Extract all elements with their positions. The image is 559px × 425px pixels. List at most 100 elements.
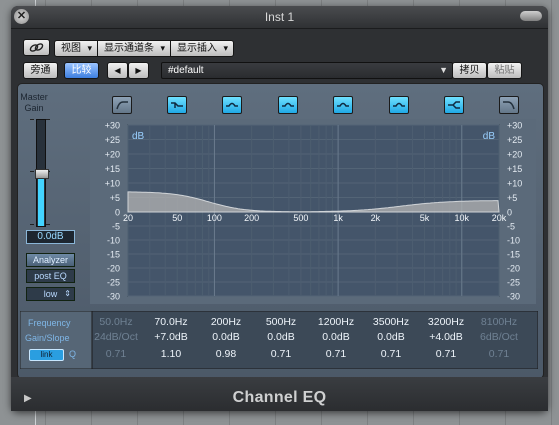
window-title: Inst 1 <box>264 10 295 24</box>
q-link-button[interactable]: link <box>29 349 64 361</box>
db-tick-label-right: -30 <box>507 292 520 302</box>
parametric-icon <box>393 102 405 107</box>
band-6-toggle-button[interactable] <box>389 96 409 114</box>
band-6-freq-value[interactable]: 3500Hz <box>365 315 417 329</box>
chevron-down-icon: ▼ <box>439 65 448 75</box>
band-7-toggle-button[interactable] <box>444 96 464 114</box>
low-cut-icon <box>116 101 128 110</box>
show-channel-strip-menu[interactable]: 显示通道条 <box>98 40 171 57</box>
band-2-freq-value[interactable]: 70.0Hz <box>145 315 197 329</box>
band-6-gain-value[interactable]: 0.0dB <box>365 330 417 344</box>
db-tick-label-left: -25 <box>107 278 120 288</box>
analyzer-resolution-menu[interactable]: low ⇕ <box>26 287 75 301</box>
band-4-toggle-button[interactable] <box>278 96 298 114</box>
next-preset-button[interactable]: ▶ <box>128 62 149 79</box>
band-2-gain-value[interactable]: +7.0dB <box>145 330 197 344</box>
view-menu-group: 视图 显示通道条 显示插入 <box>54 40 234 57</box>
band-2-toggle-button[interactable] <box>167 96 187 114</box>
paste-button[interactable]: 粘贴 <box>487 62 522 79</box>
freq-tick-label: 200 <box>244 213 259 223</box>
db-tick-label-right: +15 <box>507 164 522 174</box>
band-2-q-value[interactable]: 1.10 <box>145 347 197 361</box>
band-3-toggle-button[interactable] <box>222 96 242 114</box>
compare-button[interactable]: 比较 <box>64 62 99 79</box>
low-shelf-icon <box>171 102 183 108</box>
db-unit-label-left: dB <box>132 131 145 142</box>
title-bar[interactable]: ✕ Inst 1 <box>11 6 548 29</box>
master-gain-handle[interactable] <box>35 169 49 179</box>
band-5-toggle-button[interactable] <box>333 96 353 114</box>
band-4-freq-value[interactable]: 500Hz <box>255 315 307 329</box>
link-icon <box>29 43 44 52</box>
band-7-q-value[interactable]: 0.71 <box>420 347 472 361</box>
db-tick-label-right: -20 <box>507 264 520 274</box>
band-3-freq-value[interactable]: 200Hz <box>200 315 252 329</box>
band-1-toggle-button[interactable] <box>112 96 132 114</box>
db-tick-label-left: +20 <box>105 150 120 160</box>
db-tick-label-right: +30 <box>507 121 522 131</box>
gain-slope-label: Gain/Slope <box>25 333 70 343</box>
frequency-label: Frequency <box>28 318 71 328</box>
parametric-icon <box>226 102 238 107</box>
analyzer-mode-button[interactable]: post EQ <box>26 269 75 283</box>
db-tick-label-left: -15 <box>107 250 120 260</box>
bypass-button[interactable]: 旁通 <box>23 62 58 79</box>
db-tick-label-left: +30 <box>105 121 120 131</box>
db-tick-label-left: +25 <box>105 135 120 145</box>
freq-tick-label: 20k <box>492 213 507 223</box>
band-1-freq-value[interactable]: 50.0Hz <box>90 315 142 329</box>
band-5-gain-value[interactable]: 0.0dB <box>310 330 362 344</box>
view-menu[interactable]: 视图 <box>54 40 98 57</box>
db-tick-label-right: +5 <box>507 193 517 203</box>
freq-tick-label: 20 <box>123 213 133 223</box>
db-tick-label-right: 0 <box>507 208 512 218</box>
preset-name: #default <box>168 65 204 76</box>
master-gain-value[interactable]: 0.0dB <box>26 230 75 244</box>
band-8-toggle-button[interactable] <box>499 96 519 114</box>
band-7-gain-value[interactable]: +4.0dB <box>420 330 472 344</box>
band-8-q-value[interactable]: 0.71 <box>473 347 525 361</box>
band-5-q-value[interactable]: 0.71 <box>310 347 362 361</box>
copy-button[interactable]: 拷贝 <box>452 62 487 79</box>
freq-tick-label: 5k <box>420 213 430 223</box>
freq-tick-label: 500 <box>293 213 308 223</box>
db-tick-label-right: -25 <box>507 278 520 288</box>
link-button[interactable] <box>23 39 50 56</box>
preset-menu[interactable]: #default ▼ <box>161 62 453 79</box>
high-cut-icon <box>503 101 515 110</box>
db-tick-label-right: +25 <box>507 135 522 145</box>
band-7-freq-value[interactable]: 3200Hz <box>420 315 472 329</box>
master-gain-label: Master Gain <box>20 92 48 113</box>
prev-preset-button[interactable]: ◀ <box>107 62 128 79</box>
band-8-freq-value[interactable]: 8100Hz <box>473 315 525 329</box>
master-gain-fader[interactable] <box>35 119 49 227</box>
parametric-icon <box>337 102 349 107</box>
freq-tick-label: 100 <box>207 213 222 223</box>
db-tick-label-right: +20 <box>507 150 522 160</box>
freq-tick-label: 1k <box>333 213 343 223</box>
band-1-gain-value[interactable]: 24dB/Oct <box>90 330 142 344</box>
band-1-q-value[interactable]: 0.71 <box>90 347 142 361</box>
db-tick-label-right: -5 <box>507 222 515 232</box>
footer-bar: ▶ Channel EQ <box>11 377 548 411</box>
high-shelf-icon <box>448 101 460 109</box>
toolbar-toggle-button[interactable] <box>520 11 542 21</box>
db-unit-label-right: dB <box>483 131 496 142</box>
band-6-q-value[interactable]: 0.71 <box>365 347 417 361</box>
parametric-icon <box>282 102 294 107</box>
db-tick-label-right: +10 <box>507 179 522 189</box>
eq-graph[interactable]: +30 +30 +25 +25 +20 +20 +15 +15 +10 +10 +5 +5 0 0 -5 -5… <box>90 119 536 304</box>
plugin-name: Channel EQ <box>232 389 327 406</box>
freq-tick-label: 50 <box>172 213 182 223</box>
analyzer-button[interactable]: Analyzer <box>26 253 75 267</box>
freq-tick-label: 10k <box>455 213 470 223</box>
db-tick-label-left: -20 <box>107 264 120 274</box>
band-8-gain-value[interactable]: 6dB/Oct <box>473 330 525 344</box>
band-5-freq-value[interactable]: 1200Hz <box>310 315 362 329</box>
band-4-gain-value[interactable]: 0.0dB <box>255 330 307 344</box>
db-tick-label-left: 0 <box>115 208 120 218</box>
band-3-q-value[interactable]: 0.98 <box>200 347 252 361</box>
band-4-q-value[interactable]: 0.71 <box>255 347 307 361</box>
show-insert-menu[interactable]: 显示插入 <box>171 40 234 57</box>
band-3-gain-value[interactable]: 0.0dB <box>200 330 252 344</box>
